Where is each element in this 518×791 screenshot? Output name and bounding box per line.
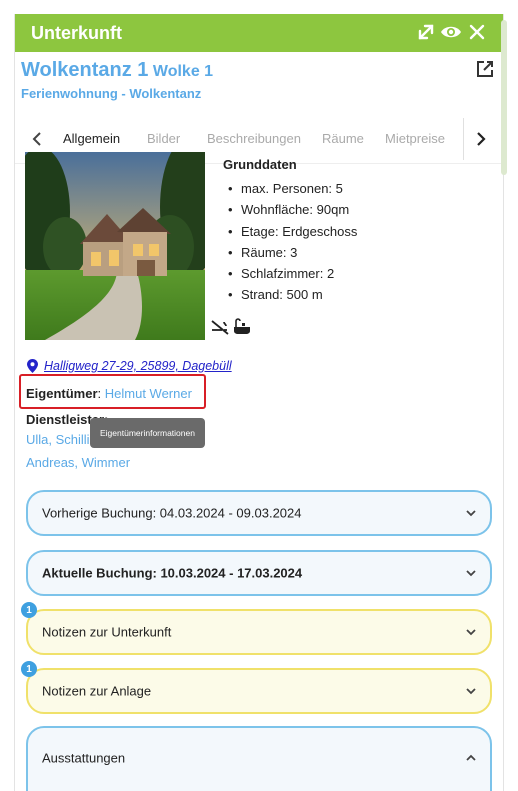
grunddaten-item: Wohnfläche: 90qm — [223, 199, 357, 221]
chevron-down-icon — [466, 629, 476, 636]
open-external-icon[interactable] — [475, 59, 497, 81]
accordion-label: Aktuelle Buchung: 10.03.2024 - 17.03.202… — [42, 565, 303, 581]
accordion-property-notes[interactable]: Notizen zur Unterkunft — [26, 609, 492, 655]
tab-scroll-left-button[interactable] — [25, 126, 49, 152]
tab-allgemein[interactable]: Allgemein — [63, 131, 120, 146]
accordion-label: Notizen zur Anlage — [42, 683, 152, 699]
grunddaten-title: Grunddaten — [223, 157, 297, 172]
tab-bilder[interactable]: Bilder — [147, 131, 180, 146]
accommodation-panel: Unterkunft Wolkentanz 1 Wolke 1 Ferienwo… — [14, 14, 504, 791]
owner-name-link[interactable]: Helmut Werner — [105, 386, 192, 401]
service-provider-link[interactable]: Ulla, Schilli — [26, 432, 90, 447]
bathtub-icon — [232, 318, 252, 341]
accordion-label: Ausstattungen — [42, 750, 126, 766]
tab-beschreibungen[interactable]: Beschreibungen — [207, 131, 301, 146]
accordion-previous-booking[interactable]: Vorherige Buchung: 04.03.2024 - 09.03.20… — [26, 490, 492, 536]
property-name: Wolkentanz 1 — [21, 59, 149, 81]
property-unit: Wolke 1 — [152, 63, 214, 80]
owner-info-tooltip: Eigentümerinformationen — [90, 418, 205, 448]
owner-label: Eigentümer — [26, 386, 98, 401]
accordion-current-booking[interactable]: Aktuelle Buchung: 10.03.2024 - 17.03.202… — [26, 550, 492, 596]
eye-icon[interactable] — [438, 19, 464, 45]
property-title: Wolkentanz 1 Wolke 1 — [21, 59, 213, 82]
grunddaten-item: Räume: 3 — [223, 242, 357, 264]
property-subtitle: Ferienwohnung - Wolkentanz — [21, 86, 202, 101]
accordion-label: Notizen zur Unterkunft — [42, 624, 172, 640]
amenity-icons — [210, 318, 252, 341]
tab-mietpreise[interactable]: Mietpreise — [385, 131, 445, 146]
expand-icon[interactable] — [413, 19, 439, 45]
accordion-complex-notes[interactable]: Notizen zur Anlage — [26, 668, 492, 714]
chevron-up-icon — [466, 754, 476, 761]
property-photo[interactable] — [25, 152, 205, 340]
grunddaten-item: Etage: Erdgeschoss — [223, 221, 357, 243]
notes-count-badge: 1 — [21, 602, 37, 618]
notes-count-badge: 1 — [21, 661, 37, 677]
accordion-label: Vorherige Buchung: 04.03.2024 - 09.03.20… — [42, 505, 302, 521]
address-link[interactable]: Halligweg 27-29, 25899, Dagebüll — [44, 359, 232, 373]
accordion-amenities[interactable]: Ausstattungen — [26, 726, 492, 791]
panel-title: Unterkunft — [31, 23, 122, 43]
grunddaten-list: max. Personen: 5 Wohnfläche: 90qm Etage:… — [223, 178, 357, 306]
no-smoking-icon — [210, 318, 230, 341]
close-icon[interactable] — [464, 19, 490, 45]
location-pin-icon — [27, 359, 38, 373]
service-provider-link[interactable]: Andreas, Wimmer — [26, 455, 130, 470]
tab-raeume[interactable]: Räume — [322, 131, 364, 146]
grunddaten-item: Strand: 500 m — [223, 284, 357, 306]
chevron-down-icon — [466, 570, 476, 577]
grunddaten-item: Schlafzimmer: 2 — [223, 263, 357, 285]
chevron-down-icon — [466, 510, 476, 517]
chevron-down-icon — [466, 688, 476, 695]
grunddaten-item: max. Personen: 5 — [223, 178, 357, 200]
owner-row: Eigentümer: Helmut Werner — [26, 386, 192, 401]
panel-scrollbar[interactable] — [501, 20, 507, 175]
tab-divider — [463, 118, 464, 160]
address[interactable]: Halligweg 27-29, 25899, Dagebüll — [27, 359, 232, 373]
panel-header: Unterkunft — [15, 14, 503, 52]
tab-scroll-right-button[interactable] — [469, 126, 493, 152]
